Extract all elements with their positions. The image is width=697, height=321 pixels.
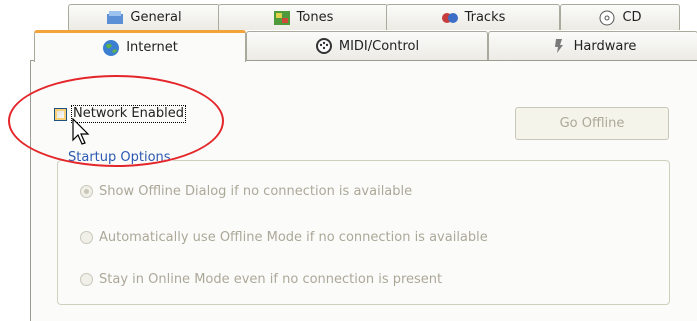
tab-internet[interactable]: Internet (34, 30, 246, 62)
radio-stay-online-mode[interactable]: Stay in Online Mode even if no connectio… (80, 272, 442, 287)
radio-label: Show Offline Dialog if no connection is … (99, 184, 413, 199)
radio-label: Automatically use Offline Mode if no con… (99, 230, 488, 245)
tab-internet-label: Internet (126, 40, 178, 55)
tab-cd[interactable]: CD (560, 4, 680, 30)
radio-button[interactable] (80, 273, 93, 286)
go-offline-button[interactable]: Go Offline (515, 107, 669, 140)
highlight-annotation-ellipse (8, 75, 224, 167)
tab-cd-label: CD (622, 10, 642, 25)
tab-midi-control-label: MIDI/Control (338, 38, 420, 54)
tab-tracks[interactable]: Tracks (386, 4, 560, 30)
tab-tones[interactable]: Tones (218, 4, 388, 30)
tab-general-label: General (130, 10, 182, 25)
radio-button[interactable] (80, 185, 93, 198)
tab-midi-control[interactable]: MIDI/Control (246, 31, 488, 60)
tones-icon (273, 9, 291, 27)
globe-icon (102, 39, 120, 57)
radio-label: Stay in Online Mode even if no connectio… (99, 272, 443, 287)
mouse-pointer-icon (72, 118, 90, 145)
tab-general[interactable]: General (68, 4, 220, 30)
tab-tracks-label: Tracks (464, 10, 506, 25)
tab-tones-label: Tones (296, 10, 334, 25)
tracks-icon (441, 9, 459, 27)
tab-hardware[interactable]: Hardware (488, 31, 697, 60)
radio-button[interactable] (80, 231, 93, 244)
midi-icon (315, 37, 333, 55)
radio-show-offline-dialog[interactable]: Show Offline Dialog if no connection is … (80, 184, 412, 199)
tab-hardware-label: Hardware (573, 38, 637, 54)
hardware-icon (550, 37, 568, 55)
general-icon (106, 9, 124, 27)
radio-auto-offline-mode[interactable]: Automatically use Offline Mode if no con… (80, 230, 488, 245)
cd-icon (598, 9, 616, 27)
